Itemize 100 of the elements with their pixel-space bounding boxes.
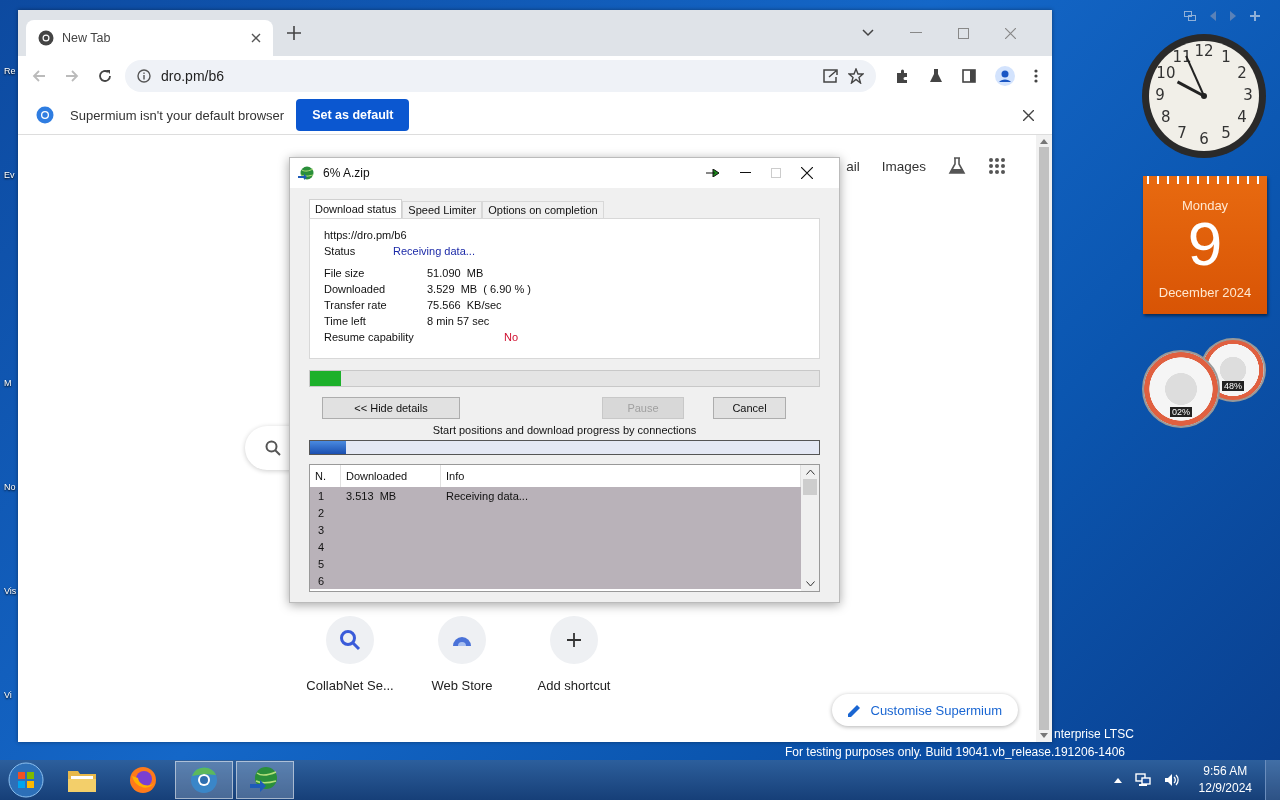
flask-icon[interactable] [948, 157, 966, 175]
dialog-button[interactable]: << Hide details [322, 397, 460, 419]
arrow-icon[interactable] [706, 169, 720, 177]
dialog-button[interactable]: Cancel [713, 397, 786, 419]
calendar-month: December 2024 [1158, 285, 1252, 300]
scroll-thumb[interactable] [1039, 147, 1049, 730]
new-tab-icon[interactable] [287, 26, 301, 40]
profile-icon[interactable] [995, 66, 1015, 86]
field-label: Transfer rate [324, 299, 388, 311]
browser-tab[interactable]: New Tab [26, 20, 273, 56]
shortcut-label[interactable]: Add shortcut [537, 678, 611, 693]
set-default-button[interactable]: Set as default [296, 99, 410, 131]
reload-icon[interactable] [98, 69, 112, 83]
dialog-tab[interactable]: Download status [309, 199, 403, 218]
calendar-gadget[interactable]: Monday 9 December 2024 [1143, 176, 1267, 314]
caret-icon[interactable] [862, 29, 874, 37]
browser-logo-icon [38, 30, 54, 46]
table-cell-text: 3 [317, 523, 326, 536]
gadget-window-icon[interactable] [1184, 11, 1196, 21]
flask-icon[interactable] [929, 69, 943, 83]
desktop-icon-label[interactable]: Vi [4, 690, 12, 701]
minimize-icon[interactable] [740, 172, 751, 174]
table-cell-text: 5 [317, 557, 326, 570]
close-icon[interactable] [1023, 109, 1034, 121]
clock-numeral: 4 [1237, 108, 1247, 126]
download-url: https://dro.pm/b6 [324, 228, 408, 243]
scroll-down-icon[interactable] [805, 581, 815, 587]
search-icon[interactable] [339, 629, 361, 651]
network-icon[interactable] [1134, 773, 1151, 787]
address-bar[interactable]: dro.pm/b6 [125, 60, 876, 92]
desktop-icon-label[interactable]: Ev [4, 170, 15, 181]
field-value: 51.090 MB [427, 267, 484, 279]
clock-numeral: 3 [1243, 86, 1253, 104]
shortcut-label[interactable]: CollabNet Se... [306, 678, 394, 693]
scroll-down-icon[interactable] [1040, 733, 1048, 738]
clock-numeral: 5 [1221, 124, 1231, 143]
taskbar-clock[interactable]: 9:56 AM 12/9/2024 [1198, 763, 1252, 797]
clock-numeral: 8 [1161, 108, 1171, 126]
star-icon[interactable] [848, 68, 864, 84]
scroll-thumb[interactable] [803, 479, 817, 495]
volume-icon[interactable] [1163, 773, 1180, 787]
watermark-text: nterprise LTSC [1054, 727, 1134, 741]
customise-button[interactable]: Customise Supermium [831, 694, 1018, 726]
scroll-up-icon[interactable] [1040, 139, 1048, 144]
table-cell-text: 6 [317, 574, 326, 587]
calendar-weekday: Monday [1181, 198, 1229, 213]
dialog-title: 6% A.zip [323, 166, 370, 180]
table-cell: 3.513 MB [346, 489, 397, 502]
shortcut-label[interactable]: Web Store [431, 678, 493, 693]
add-icon[interactable] [567, 633, 581, 647]
pencil-icon [847, 703, 861, 717]
connections-caption: Start positions and download progress by connections [432, 424, 697, 436]
clock-numeral: 1 [1221, 47, 1231, 66]
field-value: 75.566 KB/sec [427, 299, 502, 311]
table-cell-text: 1 [317, 489, 326, 502]
dialog-tab[interactable]: Options on completion [482, 201, 604, 218]
desktop-icon-label[interactable]: M [4, 378, 12, 389]
side-panel-icon[interactable] [962, 69, 976, 83]
search-icon [265, 440, 281, 456]
desktop-icon-label[interactable]: Vis [4, 586, 17, 597]
meter-reading: 48% [1222, 381, 1244, 391]
desktop-icon-label[interactable]: No [4, 482, 16, 493]
menu-icon[interactable] [1034, 69, 1038, 83]
maximize-icon[interactable] [958, 27, 969, 39]
firefox-icon [129, 766, 157, 794]
scroll-up-icon[interactable] [805, 469, 815, 475]
page-link[interactable]: Images [881, 158, 926, 174]
field-label: Time left [324, 315, 367, 327]
clock-numeral: 9 [1155, 86, 1165, 104]
clock-numeral: 10 [1156, 64, 1176, 82]
start-button[interactable] [8, 762, 44, 798]
clock-date: 12/9/2024 [1198, 780, 1252, 797]
clock-time: 9:56 AM [1203, 763, 1248, 780]
field-value: 8 min 57 sec [427, 315, 490, 327]
desktop-icon-label[interactable]: Re [4, 66, 16, 77]
clock-numeral: 7 [1177, 124, 1187, 143]
apps-grid-icon[interactable] [988, 157, 1006, 175]
field-value: 3.529 MB ( 6.90 % ) [427, 283, 531, 295]
scrollbar[interactable] [1036, 135, 1052, 742]
field-value: No [504, 331, 519, 343]
maximize-icon [771, 168, 781, 178]
clock-numeral: 6 [1199, 130, 1209, 148]
globe-icon [298, 165, 315, 181]
dialog-tab[interactable]: Speed Limiter [402, 201, 483, 218]
puzzle-icon[interactable] [895, 68, 910, 84]
meter-gadget[interactable]: 02% [1142, 350, 1220, 428]
watermark-text: For testing purposes only. Build 19041.vb_release.191206-1406 [785, 745, 1125, 759]
close-icon[interactable] [801, 167, 813, 179]
tray-expand-icon[interactable] [1113, 777, 1122, 783]
field-label: Status [324, 245, 357, 257]
store-icon[interactable] [452, 634, 472, 646]
field-label: File size [324, 267, 366, 279]
close-icon[interactable] [251, 33, 261, 43]
field-label: Downloaded [324, 283, 387, 295]
page-link[interactable]: ail [846, 158, 860, 174]
table-cell-text: 2 [317, 506, 326, 519]
clock-numeral: 12 [1194, 42, 1214, 60]
table-cell: Receiving data... [446, 489, 528, 502]
share-icon[interactable] [823, 69, 838, 83]
scrollbar[interactable] [801, 465, 819, 591]
